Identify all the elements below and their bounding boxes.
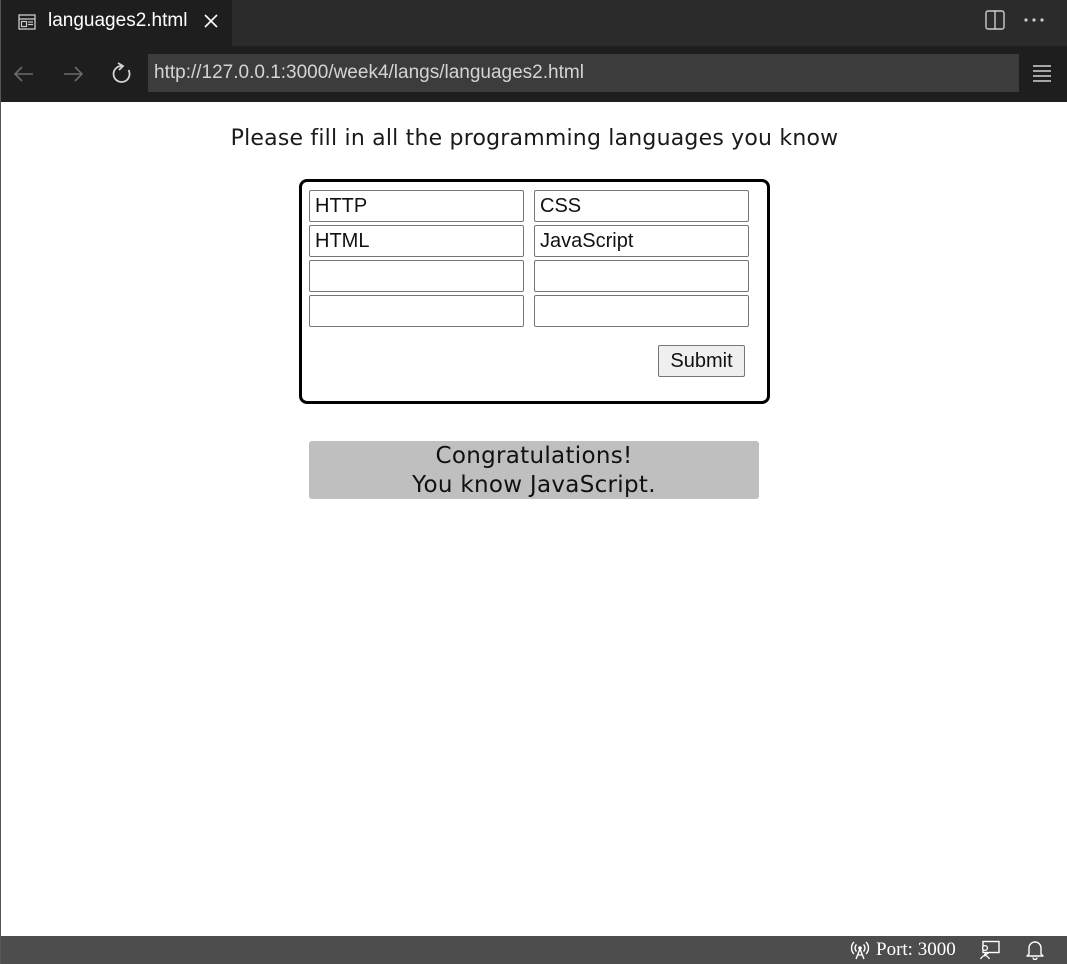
arrow-right-icon[interactable] (60, 61, 86, 87)
tab-bar: languages2.html (1, 0, 1067, 46)
close-icon[interactable] (201, 11, 221, 31)
arrow-left-icon[interactable] (11, 61, 37, 87)
navigation-bar (1, 46, 1067, 102)
port-label: Port: 3000 (876, 939, 956, 960)
status-bar: Port: 3000 (1, 936, 1067, 964)
language-input-7[interactable] (309, 295, 524, 327)
language-input-1[interactable] (309, 190, 524, 222)
broadcast-icon (850, 941, 870, 960)
result-message: Congratulations! You know JavaScript. (309, 441, 759, 499)
language-input-4[interactable] (534, 225, 749, 257)
language-input-6[interactable] (534, 260, 749, 292)
languages-form: Submit (299, 179, 770, 404)
preview-icon (18, 14, 36, 30)
bell-icon[interactable] (1024, 940, 1046, 960)
url-input[interactable] (148, 54, 1019, 92)
more-actions-icon[interactable] (1022, 9, 1046, 31)
language-input-3[interactable] (309, 225, 524, 257)
split-editor-icon[interactable] (984, 9, 1006, 31)
feedback-icon[interactable] (979, 940, 1001, 960)
language-input-5[interactable] (309, 260, 524, 292)
result-line-2: You know JavaScript. (412, 472, 656, 498)
submit-button[interactable]: Submit (658, 345, 745, 377)
menu-icon[interactable] (1031, 63, 1053, 85)
tab-title: languages2.html (48, 10, 188, 31)
port-status[interactable]: Port: 3000 (850, 939, 956, 961)
language-input-8[interactable] (534, 295, 749, 327)
reload-icon[interactable] (109, 61, 135, 87)
page-heading: Please fill in all the programming langu… (230, 126, 839, 151)
result-line-1: Congratulations! (435, 443, 633, 469)
page-content: Please fill in all the programming langu… (1, 102, 1067, 936)
tab-languages2[interactable]: languages2.html (1, 0, 232, 46)
language-input-2[interactable] (534, 190, 749, 222)
browser-window: languages2.html http://127.0.0.1:3000/we… (0, 0, 1067, 964)
